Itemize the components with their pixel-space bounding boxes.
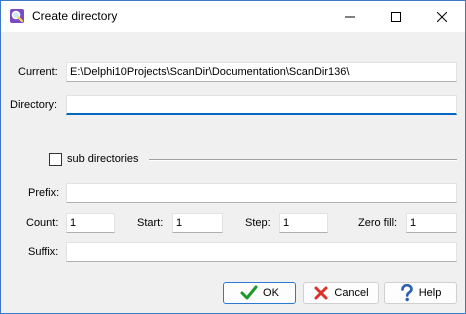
help-button[interactable]: Help <box>384 282 457 304</box>
suffix-label: Suffix: <box>28 246 59 258</box>
ok-button-label: OK <box>263 287 279 299</box>
checkmark-icon <box>240 285 258 300</box>
count-label: Count: <box>26 217 59 229</box>
cancel-button-label: Cancel <box>334 287 369 299</box>
start-input[interactable]: 1 <box>172 213 223 233</box>
close-icon <box>437 11 447 22</box>
group-separator <box>149 159 457 161</box>
window-title: Create directory <box>32 9 118 23</box>
suffix-input[interactable] <box>66 242 457 262</box>
start-label: Start: <box>137 217 164 229</box>
create-directory-dialog: Create directory Current: E:\Delphi10Pro… <box>0 0 466 314</box>
close-button[interactable] <box>419 1 465 32</box>
question-mark-icon <box>400 284 413 302</box>
current-label: Current: <box>18 66 58 78</box>
sub-directories-label[interactable]: sub directories <box>67 153 139 165</box>
prefix-input[interactable] <box>66 183 457 203</box>
prefix-label: Prefix: <box>28 187 60 199</box>
ok-button[interactable]: OK <box>223 282 296 304</box>
count-input[interactable]: 1 <box>66 213 115 233</box>
step-label: Step: <box>245 217 271 229</box>
sub-directories-checkbox[interactable] <box>49 153 62 166</box>
magnifier-folder-icon <box>9 8 25 24</box>
step-input[interactable]: 1 <box>279 213 328 233</box>
help-button-label: Help <box>418 287 442 299</box>
cancel-button[interactable]: Cancel <box>303 282 379 304</box>
zero-fill-input[interactable]: 1 <box>406 213 457 233</box>
x-cross-icon <box>314 286 328 300</box>
minimize-button[interactable] <box>327 1 373 32</box>
title-bar[interactable]: Create directory <box>1 1 465 32</box>
current-path-field[interactable]: E:\Delphi10Projects\ScanDir\Documentatio… <box>66 62 457 82</box>
maximize-icon <box>391 11 401 22</box>
maximize-button[interactable] <box>373 1 419 32</box>
directory-label: Directory: <box>10 99 58 111</box>
minimize-icon <box>345 16 355 17</box>
dialog-body: Current: E:\Delphi10Projects\ScanDir\Doc… <box>1 32 465 313</box>
zero-fill-label: Zero fill: <box>358 217 398 229</box>
directory-input[interactable] <box>66 95 457 115</box>
